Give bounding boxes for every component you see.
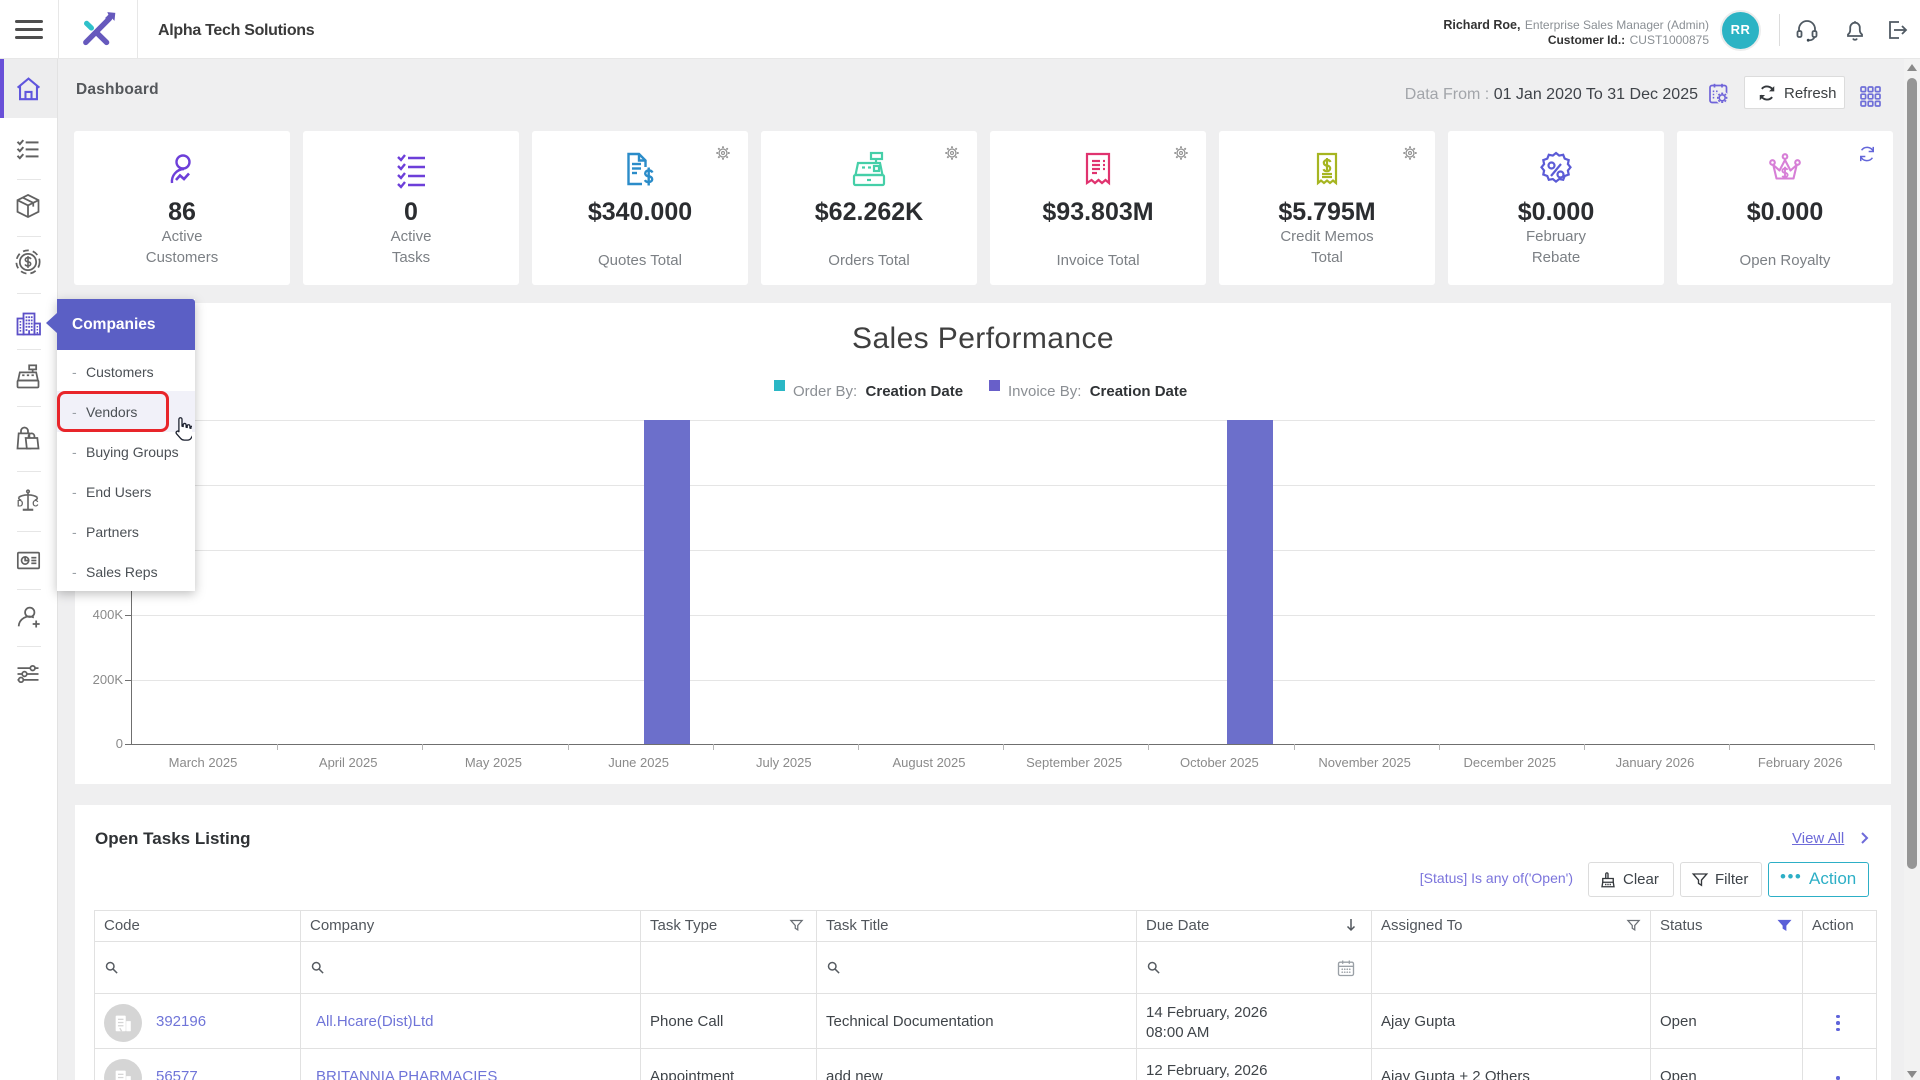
svg-text:D: D xyxy=(17,498,23,508)
svg-text:C: C xyxy=(32,498,39,508)
